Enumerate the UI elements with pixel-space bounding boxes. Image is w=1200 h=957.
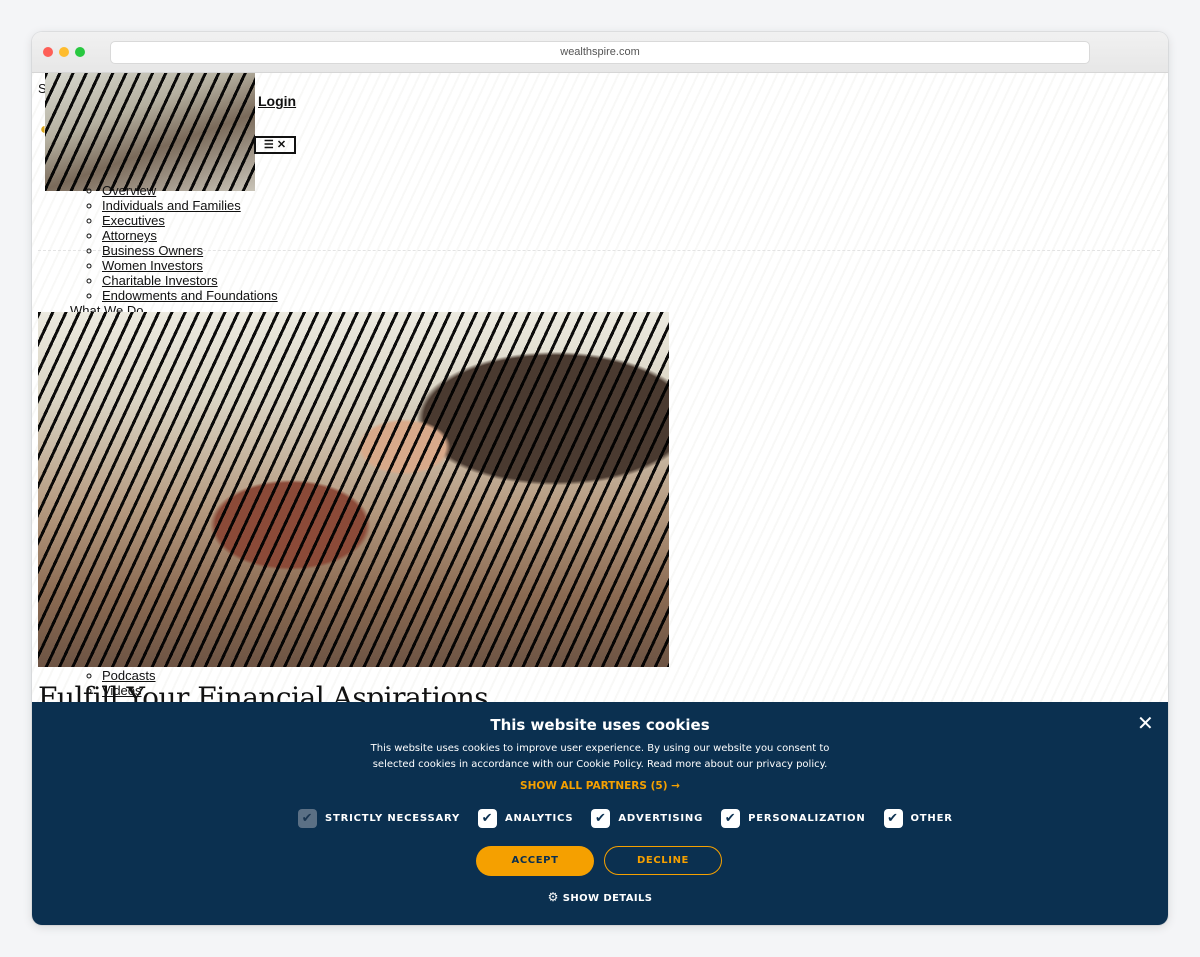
- menu-toggle-button[interactable]: ☰ ✕: [254, 136, 296, 154]
- submenu-item: Executives: [102, 213, 278, 228]
- submenu-item: Charitable Investors: [102, 273, 278, 288]
- show-details-label: SHOW DETAILS: [562, 893, 653, 904]
- check-icon: ✔: [478, 808, 498, 828]
- cookie-description: This website uses cookies to improve use…: [370, 743, 830, 770]
- page-viewport: S ◖ Login ☰ ✕ Overview Individuals and F…: [32, 73, 1168, 925]
- submenu-link-business-owners[interactable]: Business Owners: [102, 243, 203, 258]
- login-link[interactable]: Login: [258, 93, 296, 109]
- minimize-window-button[interactable]: [59, 47, 69, 57]
- submenu-item: Endowments and Foundations: [102, 288, 278, 303]
- submenu-link-overview[interactable]: Overview: [102, 183, 156, 198]
- address-bar[interactable]: wealthspire.com: [110, 41, 1090, 64]
- consent-strictly-necessary[interactable]: ✔ STRICTLY NECESSARY: [298, 808, 461, 828]
- browser-titlebar: wealthspire.com: [32, 32, 1168, 73]
- browser-window: wealthspire.com S ◖ Login ☰ ✕ Overview I…: [32, 32, 1168, 925]
- consent-other[interactable]: ✔ OTHER: [883, 808, 953, 828]
- gear-icon: ⚙: [547, 890, 559, 904]
- hero-thumbnail-image: [45, 73, 255, 191]
- submenu-link-executives[interactable]: Executives: [102, 213, 165, 228]
- show-details-button[interactable]: ⚙ SHOW DETAILS: [32, 890, 1168, 904]
- consent-analytics[interactable]: ✔ ANALYTICS: [478, 808, 574, 828]
- consent-label: ANALYTICS: [505, 812, 574, 824]
- decline-button[interactable]: DECLINE: [604, 846, 722, 875]
- check-icon: ✔: [883, 808, 903, 828]
- cookie-title: This website uses cookies: [490, 716, 710, 734]
- submenu-item: Women Investors: [102, 258, 278, 273]
- check-icon: ✔: [298, 808, 317, 828]
- maximize-window-button[interactable]: [75, 47, 85, 57]
- consent-advertising[interactable]: ✔ ADVERTISING: [591, 808, 704, 828]
- submenu-link-charitable[interactable]: Charitable Investors: [102, 273, 218, 288]
- close-window-button[interactable]: [43, 47, 53, 57]
- consent-label: STRICTLY NECESSARY: [325, 812, 461, 824]
- consent-label: OTHER: [910, 812, 953, 824]
- hero-main-image: [38, 312, 669, 667]
- submenu-item: Attorneys: [102, 228, 278, 243]
- check-icon: ✔: [721, 808, 741, 828]
- consent-personalization[interactable]: ✔ PERSONALIZATION: [721, 808, 866, 828]
- show-partners-link[interactable]: SHOW ALL PARTNERS (5) →: [32, 780, 1168, 792]
- cookie-banner: ✕ This website uses cookies This website…: [32, 702, 1168, 925]
- accept-button[interactable]: ACCEPT: [476, 846, 594, 876]
- submenu-item: Business Owners: [102, 243, 278, 258]
- submenu-link-women-investors[interactable]: Women Investors: [102, 258, 203, 273]
- who-we-serve-submenu: Overview Individuals and Families Execut…: [86, 183, 278, 303]
- check-icon: ✔: [591, 808, 611, 828]
- submenu-item: Overview: [102, 183, 278, 198]
- submenu-link-endowments[interactable]: Endowments and Foundations: [102, 288, 278, 303]
- submenu-link-attorneys[interactable]: Attorneys: [102, 228, 157, 243]
- consent-checkboxes: ✔ STRICTLY NECESSARY ✔ ANALYTICS ✔ ADVER…: [298, 807, 953, 829]
- consent-label: ADVERTISING: [618, 812, 704, 824]
- submenu-item: Individuals and Families: [102, 198, 278, 213]
- submenu-link-individuals[interactable]: Individuals and Families: [102, 198, 241, 213]
- consent-label: PERSONALIZATION: [748, 812, 866, 824]
